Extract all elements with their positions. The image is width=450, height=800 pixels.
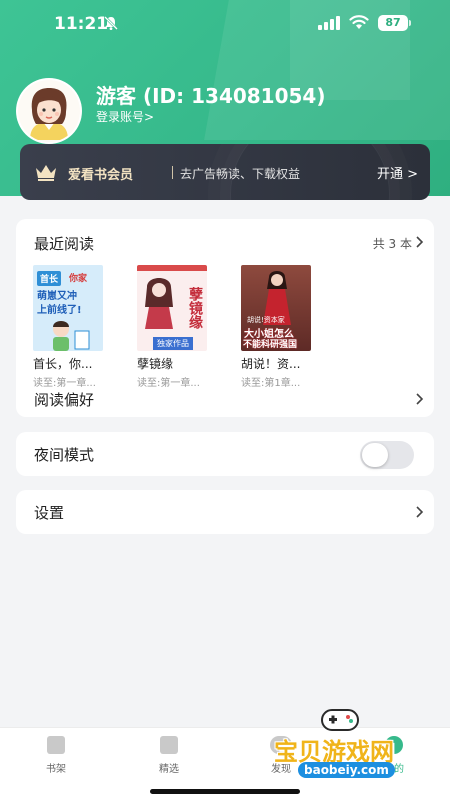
nav-bookshelf[interactable]: 书架	[26, 734, 86, 775]
cover-text: 萌崽又冲	[37, 291, 77, 302]
nav-label: 精选	[159, 764, 179, 775]
book-item[interactable]: 孽镜缘 独家作品 孽镜缘 读至:第一章...	[137, 265, 211, 389]
username: 游客 (ID: 134081054)	[96, 84, 326, 108]
chevron-right-icon	[416, 393, 424, 405]
chevron-right-icon[interactable]	[414, 236, 424, 248]
chevron-right-icon	[416, 506, 424, 518]
book-cover: 孽镜缘 独家作品	[137, 265, 207, 351]
cover-text: 你家	[69, 274, 88, 284]
featured-icon	[160, 736, 178, 754]
book-cover: 首长 你家 萌崽又冲 上前线了!	[33, 265, 103, 351]
toggle-knob	[362, 443, 388, 467]
vip-membership-banner[interactable]: 爱看书会员 去广告畅读、下载权益 开通 >	[20, 144, 430, 200]
vip-title: 爱看书会员	[68, 168, 134, 183]
status-time: 11:21	[54, 14, 109, 34]
vip-description: 去广告畅读、下载权益	[180, 167, 301, 181]
book-item[interactable]: 首长 你家 萌崽又冲 上前线了! 首长，你... 读至:第一章...	[33, 265, 107, 389]
nav-featured[interactable]: 精选	[139, 734, 199, 775]
crown-icon	[36, 165, 56, 181]
login-link[interactable]: 登录账号>	[96, 108, 154, 125]
wifi-icon	[349, 15, 369, 29]
cover-illustration	[53, 321, 90, 351]
book-title: 首长，你...	[33, 357, 93, 371]
recent-count-link[interactable]: 共 3 本	[373, 235, 412, 252]
night-mode-label: 夜间模式	[34, 446, 95, 464]
avatar-illustration	[18, 80, 80, 142]
vip-open-button[interactable]: 开通 >	[377, 163, 418, 182]
cellular-signal-icon	[318, 16, 340, 30]
cover-text: 胡说!资本家	[247, 316, 285, 324]
watermark: 宝贝游戏网 baobeiy.com	[270, 700, 430, 790]
settings-label: 设置	[34, 504, 65, 522]
recent-reading-title: 最近阅读	[34, 235, 95, 253]
settings-row[interactable]: 设置	[16, 490, 434, 534]
vip-divider	[172, 166, 173, 179]
cover-stripe	[137, 265, 207, 271]
reading-preference-label: 阅读偏好	[34, 391, 95, 409]
watermark-url: baobeiy.com	[298, 762, 395, 778]
cover-text: 不能科研强国	[243, 340, 298, 350]
avatar[interactable]	[16, 78, 82, 144]
cover-text: 首长	[37, 271, 62, 286]
gamepad-icon	[321, 709, 359, 731]
cover-text: 独家作品	[153, 337, 193, 350]
cover-text: 上前线了!	[37, 305, 82, 316]
silent-bell-icon	[104, 16, 118, 30]
home-indicator	[150, 789, 300, 794]
status-bar: 11:21 87	[0, 0, 450, 48]
night-mode-toggle[interactable]	[360, 441, 414, 469]
book-item[interactable]: 胡说!资本家 大小姐怎么 不能科研强国 胡说！资... 读至:第1章...	[241, 265, 315, 389]
cover-text: 孽镜缘	[187, 287, 203, 329]
nav-label: 书架	[46, 764, 66, 775]
bookshelf-icon	[47, 736, 65, 754]
night-mode-row: 夜间模式	[16, 432, 434, 476]
recent-reading-card: 最近阅读 共 3 本 首长 你家 萌崽又冲 上前线了! 首长，你... 读至:第…	[16, 219, 434, 417]
book-cover: 胡说!资本家 大小姐怎么 不能科研强国	[241, 265, 311, 351]
book-title: 胡说！资...	[241, 357, 301, 371]
book-title: 孽镜缘	[137, 357, 174, 371]
reading-preference-row[interactable]: 阅读偏好	[16, 385, 434, 415]
battery-indicator: 87	[378, 15, 411, 31]
